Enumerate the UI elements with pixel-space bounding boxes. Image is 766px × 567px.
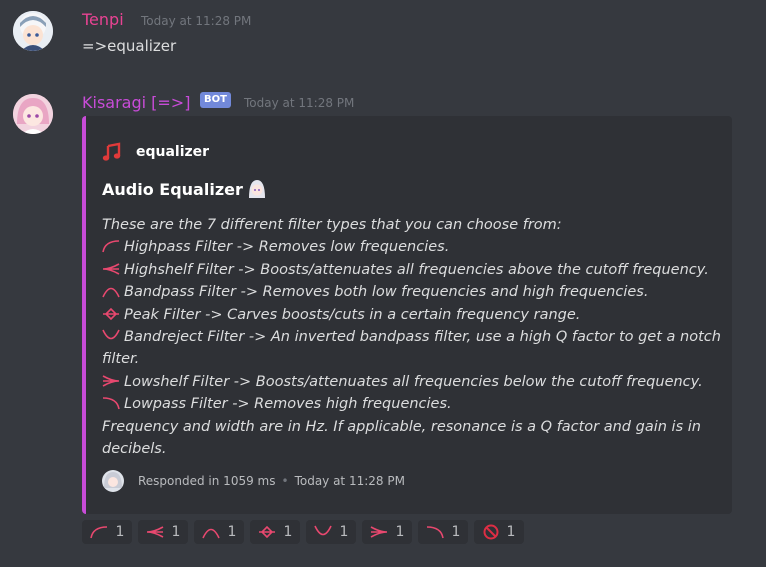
- bandpass-icon: [201, 528, 220, 539]
- lowpass-icon: [102, 397, 120, 410]
- lowshelf-icon: [102, 375, 120, 387]
- bandreject-icon: [102, 329, 120, 340]
- embed-title: Audio Equalizer: [102, 178, 267, 200]
- reaction-highpass[interactable]: 1: [82, 520, 132, 544]
- reaction-bandpass[interactable]: 1: [194, 520, 244, 544]
- highpass-icon: [102, 240, 120, 253]
- reactions-bar: 1 1 1 1 1 1 1 1: [82, 520, 530, 544]
- avatar-tenpi[interactable]: [13, 11, 53, 51]
- reaction-count: 1: [227, 524, 237, 540]
- reaction-count: 1: [395, 524, 405, 540]
- filter-line-highpass: Highpass Filter -> Removes low frequenci…: [102, 236, 722, 258]
- footer-separator: •: [281, 474, 289, 488]
- footer-timestamp: Today at 11:28 PM: [294, 474, 405, 488]
- filter-line-highshelf: Highshelf Filter -> Boosts/attenuates al…: [102, 259, 722, 281]
- music-note-icon: [102, 142, 122, 162]
- intro-line: These are the 7 different filter types t…: [102, 217, 562, 233]
- filter-text: Bandpass Filter -> Removes both low freq…: [124, 284, 649, 301]
- reaction-count: 1: [283, 524, 293, 540]
- filter-line-bandpass: Bandpass Filter -> Removes both low freq…: [102, 281, 722, 303]
- filter-text: Lowshelf Filter -> Boosts/attenuates all…: [124, 373, 703, 390]
- message-text: =>equalizer: [82, 37, 177, 55]
- no-entry-icon: [483, 524, 499, 540]
- embed-accent-bar: [82, 116, 86, 514]
- anime-girl-emoji-icon: [247, 178, 267, 200]
- outro-line: Frequency and width are in Hz. If applic…: [102, 418, 701, 458]
- filter-text: Bandreject Filter -> An inverted bandpas…: [102, 329, 721, 368]
- reaction-lowpass[interactable]: 1: [418, 520, 468, 544]
- bandpass-icon: [102, 287, 120, 298]
- filter-line-lowpass: Lowpass Filter -> Removes high frequenci…: [102, 393, 722, 415]
- bot-badge: BOT: [200, 92, 231, 108]
- reaction-highshelf[interactable]: 1: [138, 520, 188, 544]
- embed-title-text: Audio Equalizer: [102, 179, 243, 199]
- highshelf-icon: [102, 263, 120, 275]
- timestamp: Today at 11:28 PM: [141, 14, 252, 28]
- timestamp: Today at 11:28 PM: [244, 96, 355, 110]
- avatar-kisaragi[interactable]: [13, 94, 53, 134]
- filter-line-peak: Peak Filter -> Carves boosts/cuts in a c…: [102, 304, 722, 326]
- reaction-bandreject[interactable]: 1: [306, 520, 356, 544]
- reaction-count: 1: [115, 524, 125, 540]
- reaction-peak[interactable]: 1: [250, 520, 300, 544]
- highpass-icon: [89, 526, 107, 539]
- peak-icon: [258, 525, 275, 539]
- reaction-lowshelf[interactable]: 1: [362, 520, 412, 544]
- reaction-count: 1: [339, 524, 349, 540]
- bandreject-icon: [313, 525, 332, 536]
- filter-line-lowshelf: Lowshelf Filter -> Boosts/attenuates all…: [102, 371, 722, 393]
- filter-text: Lowpass Filter -> Removes high frequenci…: [124, 396, 452, 413]
- embed-author: equalizer: [102, 142, 209, 162]
- footer-text: Responded in 1059 ms: [138, 474, 276, 488]
- reaction-count: 1: [506, 524, 516, 540]
- filter-text: Highshelf Filter -> Boosts/attenuates al…: [124, 261, 709, 278]
- embed-description: These are the 7 different filter types t…: [102, 214, 722, 460]
- author-name[interactable]: Tenpi: [82, 10, 124, 29]
- filter-text: Highpass Filter -> Removes low frequenci…: [124, 239, 450, 256]
- lowpass-icon: [426, 526, 444, 539]
- embed-footer: Responded in 1059 ms • Today at 11:28 PM: [102, 470, 405, 492]
- highshelf-icon: [146, 526, 163, 538]
- filter-text: Peak Filter -> Carves boosts/cuts in a c…: [124, 306, 581, 323]
- embed: equalizer Audio Equalizer These are the …: [82, 116, 732, 514]
- filter-line-bandreject: Bandreject Filter -> An inverted bandpas…: [102, 326, 722, 371]
- footer-avatar: [102, 470, 124, 492]
- author-name[interactable]: Kisaragi [=>]: [82, 93, 190, 112]
- embed-author-name[interactable]: equalizer: [136, 144, 209, 160]
- reaction-count: 1: [451, 524, 461, 540]
- lowshelf-icon: [370, 526, 387, 538]
- peak-icon: [103, 307, 119, 320]
- reaction-no-entry[interactable]: 1: [474, 520, 524, 544]
- reaction-count: 1: [171, 524, 181, 540]
